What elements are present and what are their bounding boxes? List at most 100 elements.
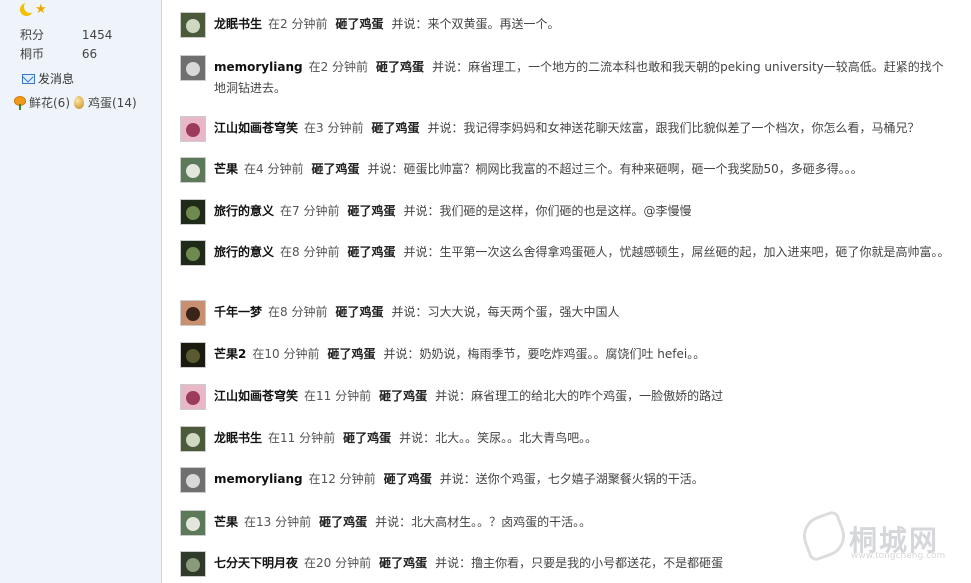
username-link[interactable]: 旅行的意义 xyxy=(214,204,274,218)
action-label: 砸了鸡蛋 xyxy=(371,121,420,135)
sidebar: ★ 积分 1454 桐币 66 发消息 鲜花(6) 鸡蛋(14) xyxy=(0,0,162,583)
timestamp: 在8 分钟前 xyxy=(280,245,340,259)
avatar-face xyxy=(186,474,200,488)
message-text: 撸主你看，只要是我的小号都送花，不是都砸蛋 xyxy=(471,556,724,570)
avatar-face xyxy=(186,206,200,220)
send-message-link[interactable]: 发消息 xyxy=(22,70,74,87)
said-label: 并说： xyxy=(427,121,464,135)
avatar[interactable] xyxy=(180,12,206,38)
avatar[interactable] xyxy=(180,551,206,577)
username-link[interactable]: 龙眠书生 xyxy=(214,431,262,445)
timestamp: 在20 分钟前 xyxy=(304,556,372,570)
action-label: 砸了鸡蛋 xyxy=(347,204,396,218)
username-link[interactable]: 千年一梦 xyxy=(214,305,262,319)
avatar-face xyxy=(186,433,200,447)
feed-item-content: 旅行的意义 在7 分钟前 砸了鸡蛋 并说：我们砸的是这样，你们砸的也是这样。@李慢慢 xyxy=(214,201,954,222)
timestamp: 在11 分钟前 xyxy=(268,431,336,445)
said-label: 并说： xyxy=(383,347,420,361)
stat-label: 桐币 xyxy=(20,47,45,61)
avatar[interactable] xyxy=(180,157,206,183)
feed-item-content: 芒果2 在10 分钟前 砸了鸡蛋 并说：奶奶说，梅雨季节，要吃炸鸡蛋。。腐饶们吐 he… xyxy=(214,344,954,365)
said-label: 并说： xyxy=(435,556,472,570)
message-text: 来个双黄蛋。再送一个。 xyxy=(427,17,560,31)
envelope-icon xyxy=(22,73,35,84)
logo-mark xyxy=(797,509,851,563)
said-label: 并说： xyxy=(432,60,469,74)
avatar[interactable] xyxy=(180,55,206,81)
action-label: 砸了鸡蛋 xyxy=(376,60,425,74)
avatar-face xyxy=(186,19,200,33)
avatar[interactable] xyxy=(180,467,206,493)
avatar-face xyxy=(186,62,200,76)
said-label: 并说： xyxy=(375,515,412,529)
flowers-count[interactable]: 鲜花(6) xyxy=(29,94,70,111)
avatar[interactable] xyxy=(180,384,206,410)
avatar[interactable] xyxy=(180,510,206,536)
avatar[interactable] xyxy=(180,240,206,266)
message-text: 北大。。笑尿。。北大青鸟吧。。 xyxy=(435,431,598,445)
egg-icon xyxy=(74,96,84,109)
action-label: 砸了鸡蛋 xyxy=(383,472,432,486)
action-label: 砸了鸡蛋 xyxy=(379,389,428,403)
action-label: 砸了鸡蛋 xyxy=(335,17,384,31)
action-label: 砸了鸡蛋 xyxy=(327,347,376,361)
timestamp: 在8 分钟前 xyxy=(268,305,328,319)
avatar-face xyxy=(186,391,200,405)
feed-item-content: 龙眠书生 在2 分钟前 砸了鸡蛋 并说：来个双黄蛋。再送一个。 xyxy=(214,14,954,35)
action-label: 砸了鸡蛋 xyxy=(311,162,360,176)
avatar-face xyxy=(186,123,200,137)
feed-item-content: 江山如画苍穹笑 在11 分钟前 砸了鸡蛋 并说：麻省理工的给北大的咋个鸡蛋，一脸傲娇的… xyxy=(214,386,954,407)
message-text: 我记得李妈妈和女神送花聊天炫富，跟我们比貌似差了一个档次，你怎么看，马桶兄？ xyxy=(463,121,920,135)
username-link[interactable]: 芒果2 xyxy=(214,347,246,361)
username-link[interactable]: 江山如画苍穹笑 xyxy=(214,121,298,135)
message-text: 生平第一次这么舍得拿鸡蛋砸人，忧越感顿生，屌丝砸的起，加入进来吧，砸了你就是高帅… xyxy=(439,245,950,259)
avatar[interactable] xyxy=(180,116,206,142)
avatar-face xyxy=(186,558,200,572)
message-text: 砸蛋比帅富？桐网比我富的不超过三个。有种来砸啊，砸一个我奖励50，多砸多得。。。 xyxy=(403,162,863,176)
message-text: 北大高材生。。？卤鸡蛋的干活。。 xyxy=(411,515,592,529)
avatar[interactable] xyxy=(180,426,206,452)
timestamp: 在13 分钟前 xyxy=(244,515,312,529)
avatar[interactable] xyxy=(180,300,206,326)
timestamp: 在2 分钟前 xyxy=(268,17,328,31)
avatar-face xyxy=(186,247,200,261)
feed-item-content: memoryliang 在12 分钟前 砸了鸡蛋 并说：送你个鸡蛋，七夕嬉子湖聚餐火锅… xyxy=(214,469,954,490)
message-text: 我们砸的是这样，你们砸的也是这样。@李慢慢 xyxy=(439,204,692,218)
said-label: 并说： xyxy=(399,431,436,445)
feed-item-content: 千年一梦 在8 分钟前 砸了鸡蛋 并说：习大大说，每天两个蛋，强大中国人 xyxy=(214,302,954,323)
feed-item-content: 江山如画苍穹笑 在3 分钟前 砸了鸡蛋 并说：我记得李妈妈和女神送花聊天炫富，跟我们比… xyxy=(214,118,954,139)
username-link[interactable]: 七分天下明月夜 xyxy=(214,556,298,570)
said-label: 并说： xyxy=(403,245,440,259)
level-icons: ★ xyxy=(20,1,47,19)
username-link[interactable]: 芒果 xyxy=(214,515,238,529)
action-label: 砸了鸡蛋 xyxy=(319,515,368,529)
feed-item-content: 旅行的意义 在8 分钟前 砸了鸡蛋 并说：生平第一次这么舍得拿鸡蛋砸人，忧越感顿生，屌… xyxy=(214,242,954,263)
flower-icon xyxy=(13,96,27,110)
stat-value: 66 xyxy=(81,47,98,61)
username-link[interactable]: 旅行的意义 xyxy=(214,245,274,259)
username-link[interactable]: memoryliang xyxy=(214,472,303,486)
stat-points: 积分 1454 xyxy=(20,26,112,43)
message-text: 送你个鸡蛋，七夕嬉子湖聚餐火锅的干活。 xyxy=(475,472,704,486)
username-link[interactable]: 江山如画苍穹笑 xyxy=(214,389,298,403)
stat-value: 1454 xyxy=(81,28,113,42)
star-icon: ★ xyxy=(35,2,47,17)
feed-item-content: 芒果 在4 分钟前 砸了鸡蛋 并说：砸蛋比帅富？桐网比我富的不超过三个。有种来砸啊，砸… xyxy=(214,159,954,180)
moon-icon xyxy=(20,1,36,17)
username-link[interactable]: 龙眠书生 xyxy=(214,17,262,31)
watermark-url: www.tongcheng.com xyxy=(851,551,946,561)
username-link[interactable]: memoryliang xyxy=(214,60,303,74)
eggs-count[interactable]: 鸡蛋(14) xyxy=(88,94,137,111)
timestamp: 在7 分钟前 xyxy=(280,204,340,218)
action-label: 砸了鸡蛋 xyxy=(347,245,396,259)
gift-counts: 鲜花(6) 鸡蛋(14) xyxy=(13,94,137,111)
avatar[interactable] xyxy=(180,199,206,225)
feed-item-content: memoryliang 在2 分钟前 砸了鸡蛋 并说：麻省理工，一个地方的二流本科也敢… xyxy=(214,57,954,99)
username-link[interactable]: 芒果 xyxy=(214,162,238,176)
timestamp: 在12 分钟前 xyxy=(308,472,376,486)
avatar[interactable] xyxy=(180,342,206,368)
timestamp: 在10 分钟前 xyxy=(252,347,320,361)
timestamp: 在2 分钟前 xyxy=(308,60,369,74)
avatar-face xyxy=(186,307,200,321)
avatar-face xyxy=(186,349,200,363)
